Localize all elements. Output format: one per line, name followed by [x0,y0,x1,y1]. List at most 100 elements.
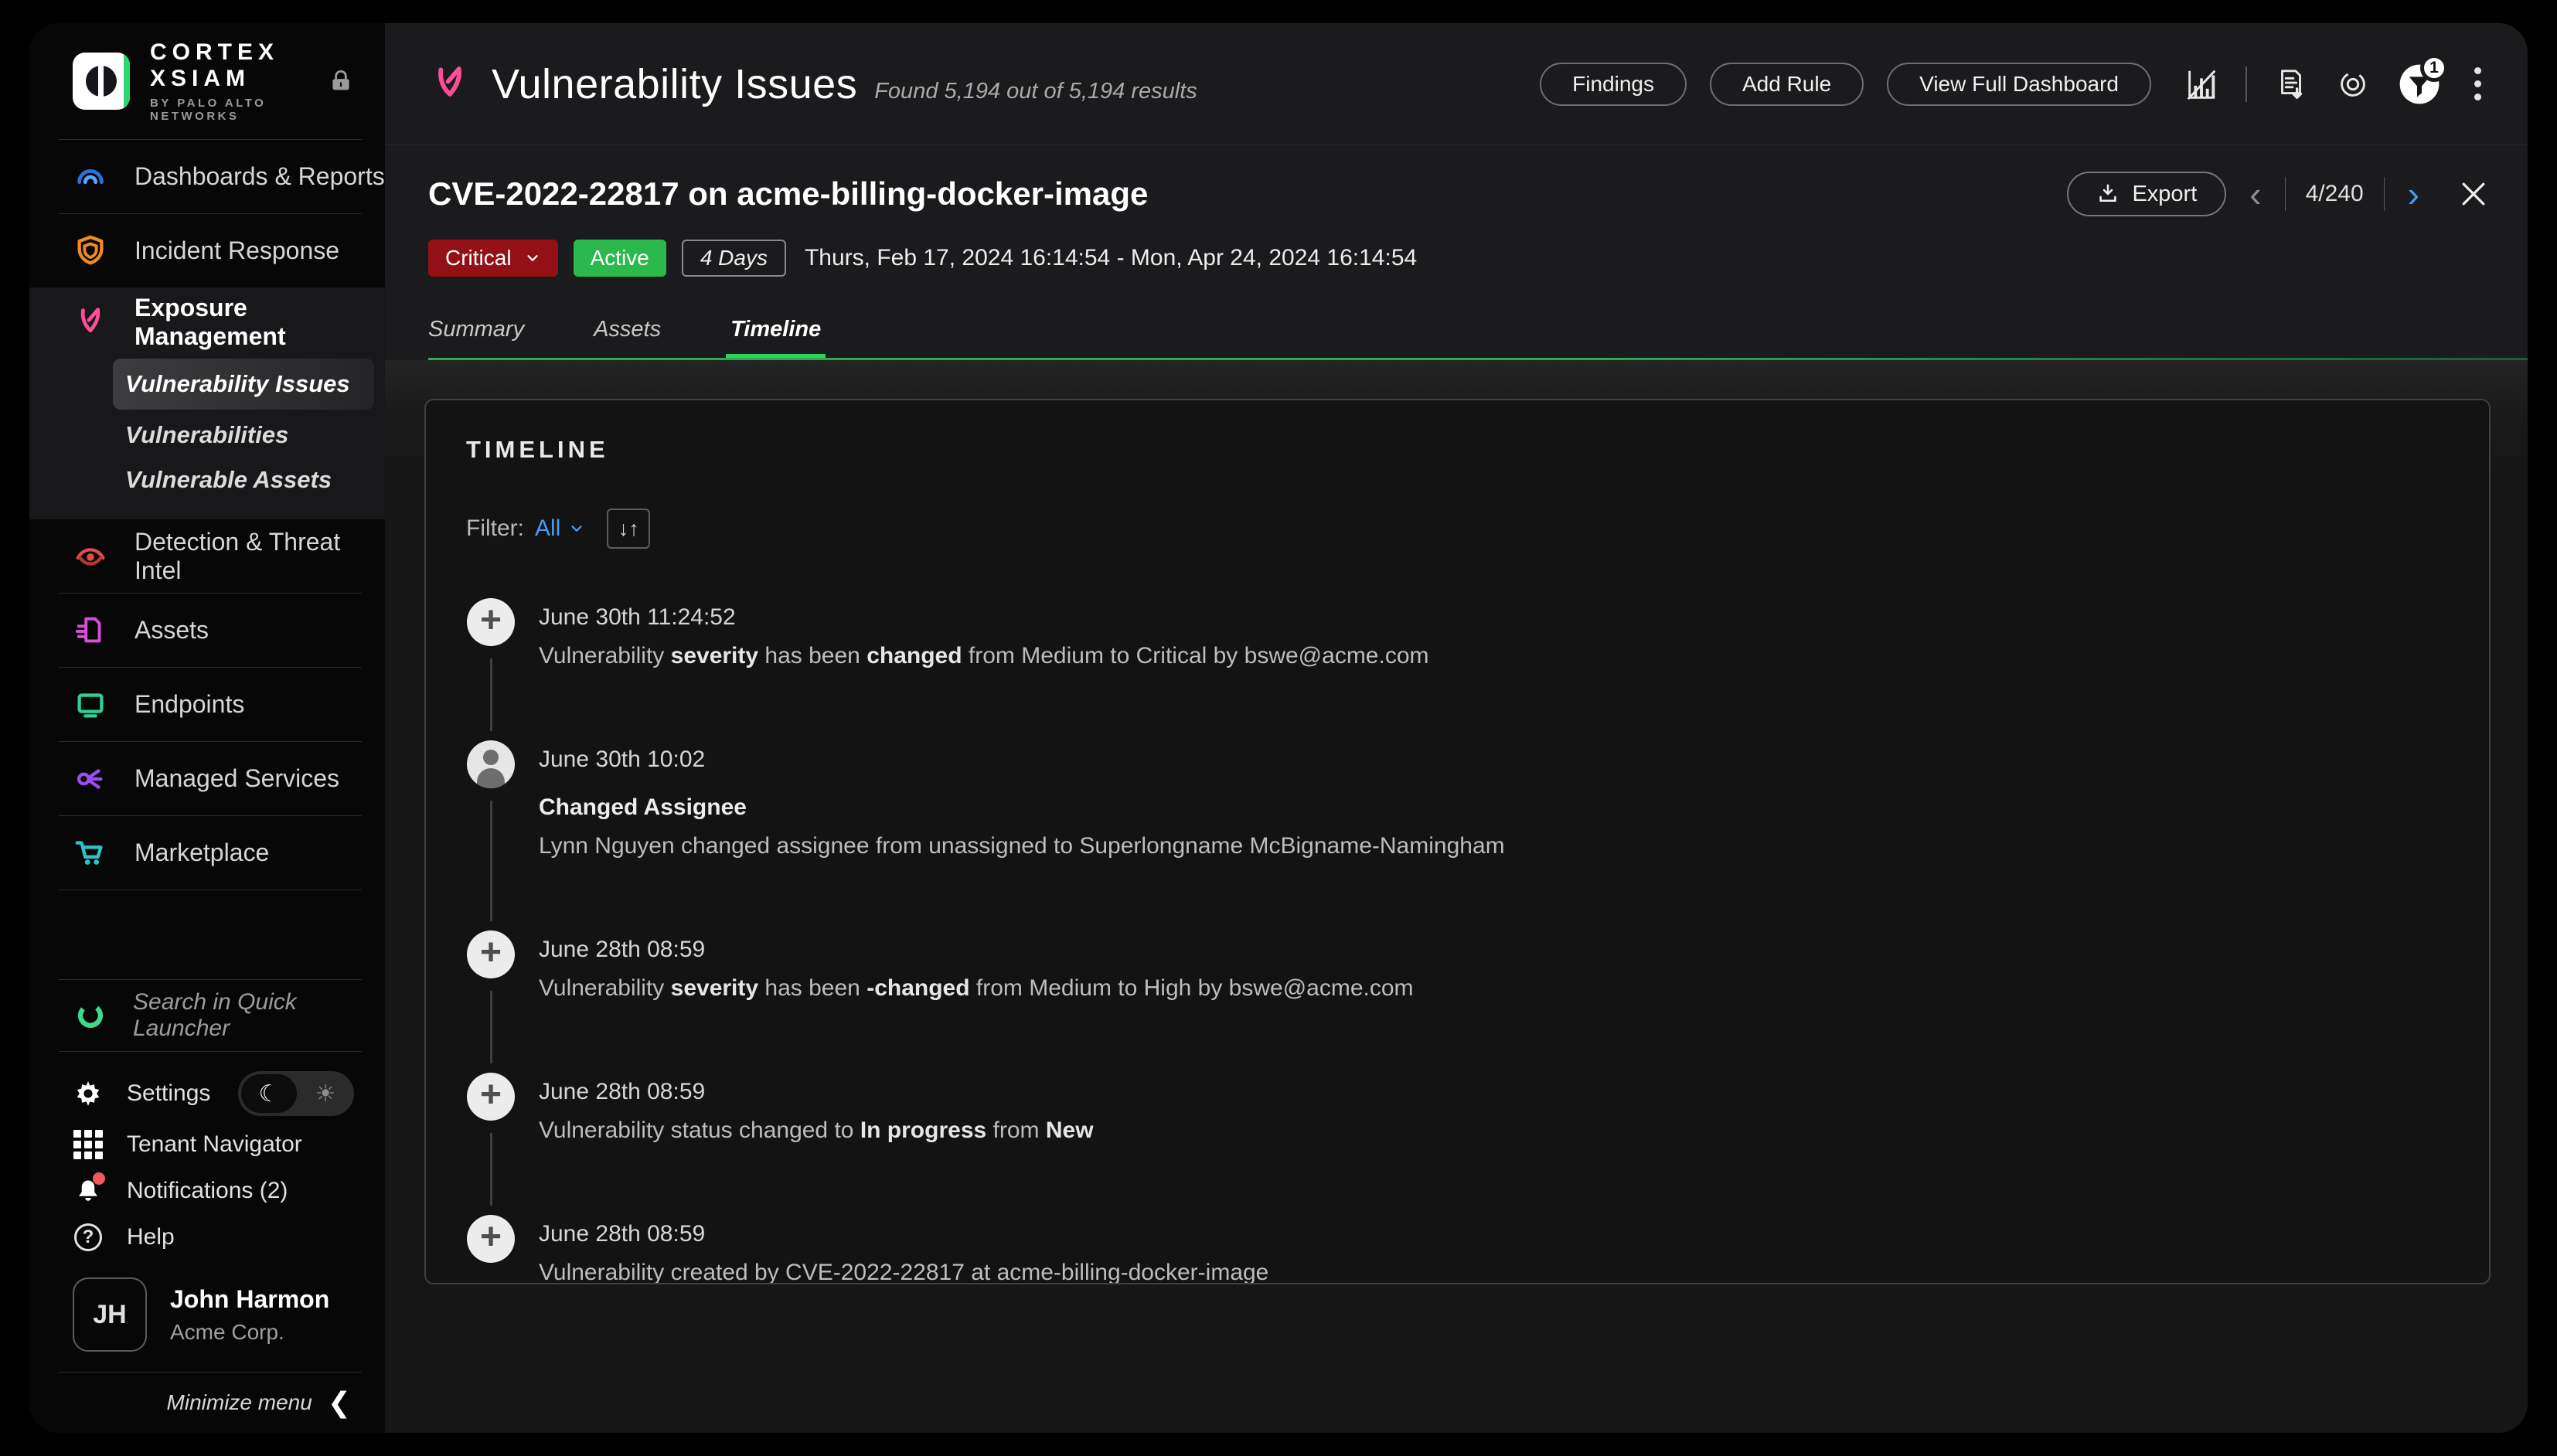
tab-summary[interactable]: Summary [428,312,524,360]
tab-assets[interactable]: Assets [594,312,661,360]
notification-dot [93,1172,105,1185]
help-label: Help [127,1224,175,1250]
severity-label: Critical [445,246,512,270]
tenant-navigator-label: Tenant Navigator [127,1131,302,1158]
user-org: Acme Corp. [170,1320,329,1345]
plus-icon: + [467,930,515,978]
plus-icon: + [467,598,515,646]
quick-launcher-icon [73,998,108,1033]
entry-body: Vulnerability severity has been -changed… [539,975,1414,1002]
add-rule-button[interactable]: Add Rule [1710,63,1864,106]
entry-title: Changed Assignee [539,794,1505,821]
prev-issue-button[interactable]: ‹ [2246,176,2264,212]
sidebar-item-label: Assets [134,616,209,645]
user-profile[interactable]: JH John Harmon Acme Corp. [29,1265,385,1372]
more-options-button[interactable] [2468,64,2487,104]
status-badge: Active [574,240,666,277]
entry-body: Vulnerability severity has been changed … [539,643,1429,669]
cortex-logo-icon [73,53,130,110]
sidebar-item-vulnerable-assets[interactable]: Vulnerable Assets [29,458,385,502]
chart-icon[interactable] [2184,66,2219,102]
filter-button[interactable]: 1 [2397,62,2442,107]
settings-label: Settings [127,1080,210,1107]
refresh-target-icon[interactable] [2335,66,2371,102]
export-button[interactable]: Export [2067,172,2226,216]
sidebar-item-vulnerabilities[interactable]: Vulnerabilities [29,413,385,458]
entry-timestamp: June 30th 10:02 [539,747,1505,773]
timeline-entry: + June 28th 08:59 Vulnerability severity… [466,930,2449,1073]
sidebar-item-dashboards[interactable]: Dashboards & Reports [29,140,385,213]
marketplace-cart-icon [73,835,108,871]
sidebar-item-assets[interactable]: Assets [29,594,385,667]
avatar: JH [73,1277,147,1352]
sidebar-item-notifications[interactable]: Notifications (2) [29,1168,385,1214]
gear-icon [73,1078,104,1109]
timeline-entry: June 30th 10:02 Changed Assignee Lynn Ng… [466,740,2449,930]
report-export-icon[interactable] [2273,66,2309,102]
connector-line [490,991,492,1063]
connector-line [490,658,492,731]
sidebar-item-label: Detection & Threat Intel [134,528,385,585]
filter-count-badge: 1 [2420,54,2448,82]
next-issue-button[interactable]: › [2405,176,2423,212]
bell-icon [73,1175,104,1206]
dashboards-icon [73,159,108,195]
connector-line [490,801,492,921]
entry-body: Vulnerability created by CVE-2022-22817 … [539,1260,1268,1284]
notifications-label: Notifications (2) [127,1178,288,1204]
app-window: CORTEX XSIAM BY PALO ALTO NETWORKS Dashb… [29,23,2528,1433]
sidebar: CORTEX XSIAM BY PALO ALTO NETWORKS Dashb… [29,23,385,1433]
sidebar-item-managed-services[interactable]: Managed Services [29,742,385,815]
view-full-dashboard-button[interactable]: View Full Dashboard [1887,63,2151,106]
tabs: Summary Assets Timeline [428,312,2528,360]
tab-underline [428,358,2528,360]
entry-timestamp: June 28th 08:59 [539,1221,1268,1247]
quick-launcher[interactable]: Search in Quick Launcher [29,980,385,1051]
entry-timestamp: June 30th 11:24:52 [539,604,1429,631]
sidebar-item-tenant-navigator[interactable]: Tenant Navigator [29,1121,385,1168]
issue-title: CVE-2022-22817 on acme-billing-docker-im… [428,175,1148,213]
sidebar-item-exposure-management[interactable]: Exposure Management [29,287,385,357]
divider [2245,66,2247,102]
tab-content: TIMELINE Filter: All ↓↑ + [385,360,2528,1433]
entry-timestamp: June 28th 08:59 [539,937,1414,963]
timeline-entries: + June 30th 11:24:52 Vulnerability sever… [466,598,2449,1284]
issue-detail-header: CVE-2022-22817 on acme-billing-docker-im… [385,145,2528,360]
minimize-menu-button[interactable]: Minimize menu ❮ [29,1373,385,1433]
assets-doc-icon [73,613,108,648]
close-icon[interactable] [2457,177,2491,211]
chevron-down-icon [524,250,541,267]
sidebar-subitem-label: Vulnerabilities [125,421,288,449]
endpoints-monitor-icon [73,687,108,723]
top-bar: Vulnerability Issues Found 5,194 out of … [385,23,2528,145]
sidebar-item-detection-threat-intel[interactable]: Detection & Threat Intel [29,519,385,593]
lock-icon [328,68,354,94]
dark-mode-icon: ☾ [241,1074,297,1113]
sidebar-item-label: Exposure Management [134,294,385,351]
sort-order-button[interactable]: ↓↑ [607,509,650,549]
sidebar-item-vulnerability-issues[interactable]: Vulnerability Issues [113,359,374,410]
filter-label: Filter: [466,515,524,542]
minimize-menu-label: Minimize menu [167,1390,312,1415]
theme-toggle[interactable]: ☾ ☀ [238,1071,354,1116]
findings-button[interactable]: Findings [1540,63,1687,106]
sidebar-item-marketplace[interactable]: Marketplace [29,816,385,890]
page-title: Vulnerability Issues [492,60,857,108]
entry-timestamp: June 28th 08:59 [539,1079,1094,1105]
divider [2384,177,2385,211]
sidebar-item-endpoints[interactable]: Endpoints [29,668,385,741]
sidebar-item-incident-response[interactable]: Incident Response [29,214,385,287]
timeline-entry: + June 28th 08:59 Vulnerability created … [466,1215,2449,1284]
sidebar-item-label: Incident Response [134,236,339,265]
eye-icon [73,539,108,574]
date-range: Thurs, Feb 17, 2024 16:14:54 - Mon, Apr … [805,245,1417,271]
sidebar-item-settings[interactable]: Settings ☾ ☀ [29,1066,385,1121]
timeline-filter-dropdown[interactable]: All [535,515,585,542]
severity-dropdown[interactable]: Critical [428,240,558,277]
sidebar-item-help[interactable]: ? Help [29,1214,385,1260]
connector-line [490,1133,492,1206]
tab-timeline[interactable]: Timeline [730,312,821,360]
person-avatar-icon [467,740,515,788]
divider [2285,177,2286,211]
chevron-left-icon: ❮ [328,1386,351,1419]
